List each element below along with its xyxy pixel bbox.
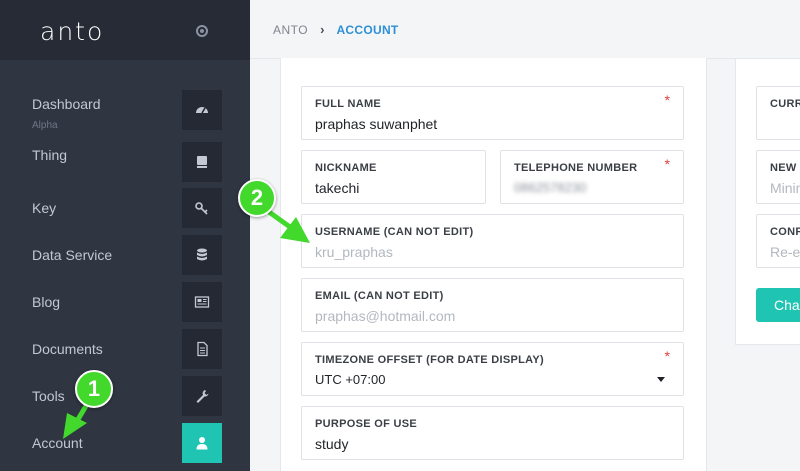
wrench-icon[interactable] — [182, 376, 222, 416]
timezone-label: TIMEZONE OFFSET (FOR DATE DISPLAY) — [315, 354, 544, 366]
sidebar-item-thing[interactable]: Thing — [32, 147, 67, 163]
nickname-label: NICKNAME — [315, 162, 377, 174]
breadcrumb: ANTO › ACCOUNT — [273, 22, 399, 37]
confirm-password-placeholder: Re-e — [770, 244, 800, 260]
new-password-field[interactable]: NEW Minin — [756, 150, 800, 204]
username-value: kru_praphas — [315, 244, 393, 260]
database-icon[interactable] — [182, 235, 222, 275]
confirm-password-field[interactable]: CONF Re-e — [756, 214, 800, 268]
required-marker: * — [664, 156, 670, 172]
annotation-badge-2: 2 — [238, 179, 276, 217]
timezone-select[interactable]: TIMEZONE OFFSET (FOR DATE DISPLAY) * UTC… — [301, 342, 684, 396]
sidebar-item-documents[interactable]: Documents — [32, 341, 103, 357]
sidebar-item-dashboard-badge: Alpha — [32, 120, 58, 131]
sidebar-item-data-service[interactable]: Data Service — [32, 247, 112, 263]
username-label: USERNAME (CAN NOT EDIT) — [315, 226, 474, 238]
dashboard-gauge-icon[interactable] — [182, 90, 222, 130]
nickname-field[interactable]: NICKNAME takechi — [301, 150, 486, 204]
required-marker: * — [664, 92, 670, 108]
sidebar-header: anto — [0, 0, 250, 60]
settings-icon[interactable] — [196, 25, 208, 37]
newspaper-icon[interactable] — [182, 282, 222, 322]
breadcrumb-separator-icon: › — [320, 22, 325, 37]
email-value: praphas@hotmail.com — [315, 308, 456, 324]
app-logo[interactable]: anto — [40, 17, 104, 46]
full-name-label: FULL NAME — [315, 98, 382, 110]
sidebar: anto Dashboard Alpha Thing Key Data Serv… — [0, 0, 250, 471]
timezone-value[interactable]: UTC +07:00 — [315, 372, 385, 387]
telephone-field[interactable]: TELEPHONE NUMBER * 0862578230 — [500, 150, 684, 204]
telephone-label: TELEPHONE NUMBER — [514, 162, 638, 174]
full-name-field[interactable]: FULL NAME * praphas suwanphet — [301, 86, 684, 140]
key-icon[interactable] — [182, 188, 222, 228]
device-icon[interactable] — [182, 142, 222, 182]
telephone-input[interactable]: 0862578230 — [514, 180, 586, 195]
purpose-label: PURPOSE OF USE — [315, 418, 417, 430]
nickname-input[interactable]: takechi — [315, 180, 359, 196]
sidebar-item-blog[interactable]: Blog — [32, 294, 60, 310]
email-field: EMAIL (CAN NOT EDIT) praphas@hotmail.com — [301, 278, 684, 332]
required-marker: * — [664, 348, 670, 364]
sidebar-item-dashboard[interactable]: Dashboard — [32, 96, 101, 112]
current-password-field[interactable]: CURR — [756, 86, 800, 140]
confirm-password-label: CONF — [770, 226, 800, 238]
breadcrumb-root[interactable]: ANTO — [273, 23, 308, 37]
full-name-input[interactable]: praphas suwanphet — [315, 116, 437, 132]
email-label: EMAIL (CAN NOT EDIT) — [315, 290, 444, 302]
new-password-placeholder: Minin — [770, 180, 800, 196]
change-password-button[interactable]: Cha — [756, 288, 800, 322]
document-icon[interactable] — [182, 329, 222, 369]
purpose-field[interactable]: PURPOSE OF USE study — [301, 406, 684, 460]
breadcrumb-current: ACCOUNT — [336, 22, 399, 37]
current-password-label: CURR — [770, 98, 800, 110]
sidebar-item-key[interactable]: Key — [32, 200, 56, 216]
username-field: USERNAME (CAN NOT EDIT) kru_praphas — [301, 214, 684, 268]
purpose-input[interactable]: study — [315, 436, 348, 452]
annotation-badge-1: 1 — [75, 370, 113, 408]
new-password-label: NEW — [770, 162, 797, 174]
user-icon[interactable] — [182, 423, 222, 463]
caret-down-icon[interactable] — [657, 377, 665, 382]
